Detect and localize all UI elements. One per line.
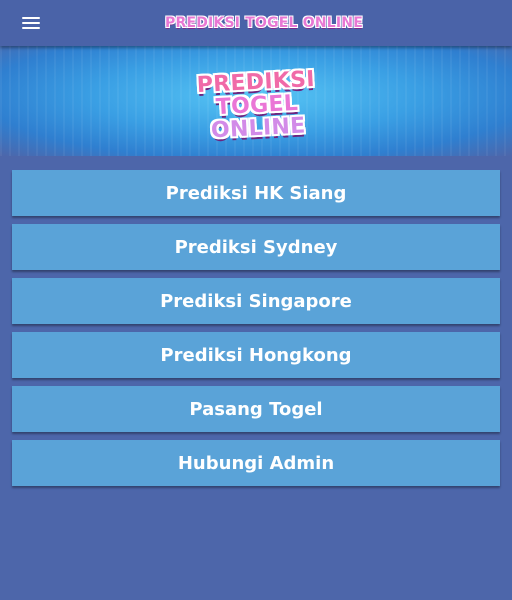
hero-banner: PREDIKSI TOGEL ONLINE — [0, 46, 512, 156]
menu-item-label: Pasang Togel — [189, 398, 323, 420]
main-menu: Prediksi HK Siang Prediksi Sydney Predik… — [12, 170, 500, 494]
prediksi-hk-siang-button[interactable]: Prediksi HK Siang — [12, 170, 500, 216]
menu-item-label: Prediksi Singapore — [160, 290, 352, 312]
menu-item-label: Prediksi Sydney — [174, 236, 338, 258]
hubungi-admin-button[interactable]: Hubungi Admin — [12, 440, 500, 486]
header-logo: PREDIKSI TOGEL ONLINE — [163, 14, 365, 32]
menu-line — [22, 22, 40, 24]
banner-logo: PREDIKSI TOGEL ONLINE — [174, 62, 340, 148]
menu-item-label: Prediksi HK Siang — [165, 182, 347, 204]
banner-logo-line-3: ONLINE — [210, 113, 307, 143]
menu-line — [22, 17, 40, 19]
menu-line — [22, 27, 40, 29]
menu-item-label: Prediksi Hongkong — [160, 344, 352, 366]
prediksi-sydney-button[interactable]: Prediksi Sydney — [12, 224, 500, 270]
menu-item-label: Hubungi Admin — [177, 452, 335, 474]
header-logo-text: PREDIKSI TOGEL ONLINE — [165, 15, 363, 31]
prediksi-singapore-button[interactable]: Prediksi Singapore — [12, 278, 500, 324]
top-app-bar: PREDIKSI TOGEL ONLINE — [0, 0, 512, 46]
hamburger-menu-icon[interactable] — [16, 13, 46, 33]
prediksi-hongkong-button[interactable]: Prediksi Hongkong — [12, 332, 500, 378]
pasang-togel-button[interactable]: Pasang Togel — [12, 386, 500, 432]
